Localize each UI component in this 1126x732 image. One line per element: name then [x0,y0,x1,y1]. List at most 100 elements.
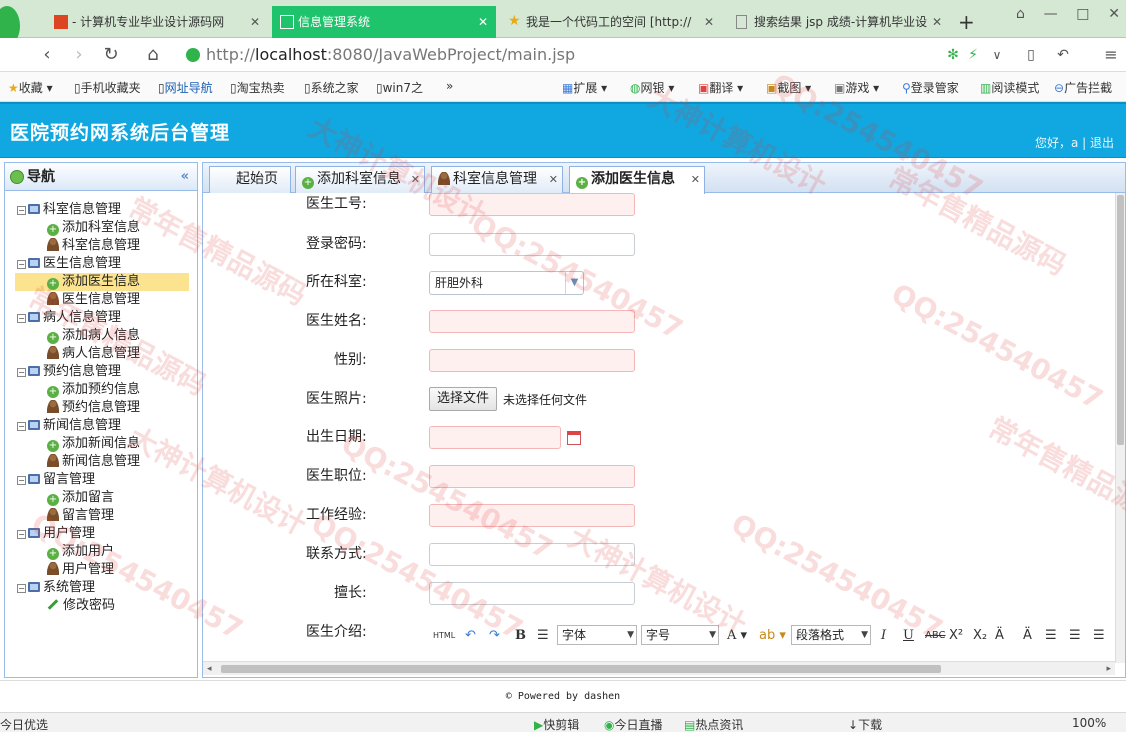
lightning-icon[interactable]: ⚡ [962,44,984,66]
superscript-icon[interactable]: X² [949,628,963,643]
sidebar-group[interactable]: − 病人信息管理 [17,309,121,327]
clear-format-icon[interactable]: Ä [995,628,1004,643]
close-tab-icon[interactable]: ✕ [691,167,700,192]
tool-adblock[interactable]: ⊖广告拦截 [1054,79,1112,96]
close-tab-icon[interactable]: ✕ [932,6,942,38]
font-size-select[interactable]: 字号 ▼ [641,625,719,645]
sidebar-item[interactable]: + 添加病人信息 [15,327,189,345]
tool-bank[interactable]: ◍网银 ▾ [630,79,674,96]
sidebar-item[interactable]: 用户管理 [15,561,189,579]
home-button[interactable]: ⌂ [142,44,164,66]
collapse-toggle-icon[interactable]: − [17,260,26,269]
paragraph-select[interactable]: 段落格式 ▼ [791,625,871,645]
sidebar-group[interactable]: − 留言管理 [17,471,95,489]
department-select[interactable]: 肝胆外科 ▼ [429,271,584,295]
sidebar-group[interactable]: − 用户管理 [17,525,95,543]
doctor-name-input[interactable] [429,310,635,333]
browser-tab-2[interactable]: 信息管理系统 ✕ [272,6,496,38]
sidebar-item[interactable]: 医生信息管理 [15,291,189,309]
status-item[interactable]: ▤热点资讯 [684,716,743,732]
url-input[interactable]: http://localhost:8080/JavaWebProject/mai… [180,43,1000,67]
password-input[interactable] [429,233,635,256]
tool-login[interactable]: ⚲登录管家 [902,79,959,96]
doctor-id-input[interactable] [429,193,635,216]
minimize-icon[interactable]: — [1044,6,1058,26]
shirt-icon[interactable]: ⌂ [1016,6,1025,26]
bold-icon[interactable]: B [515,628,526,643]
italic-icon[interactable]: I [881,628,886,643]
undo-icon[interactable]: ↶ [465,628,476,643]
sidebar-item[interactable]: 新闻信息管理 [15,453,189,471]
logout-link[interactable]: 退出 [1090,136,1114,150]
experience-input[interactable] [429,504,635,527]
status-item[interactable]: ▶快剪辑 [534,716,579,732]
close-tab-icon[interactable]: ✕ [704,6,714,38]
font-family-select[interactable]: 字体 ▼ [557,625,637,645]
bookmark-item[interactable]: ▯win7之 [376,79,423,96]
align-icon[interactable]: ☰ [537,628,549,643]
contact-input[interactable] [429,543,635,566]
collapse-toggle-icon[interactable]: − [17,584,26,593]
scroll-thumb[interactable] [1117,195,1124,445]
collapse-toggle-icon[interactable]: − [17,314,26,323]
maximize-icon[interactable]: □ [1076,6,1089,26]
forward-button[interactable]: › [68,44,90,66]
specialty-input[interactable] [429,582,635,605]
zoom-level[interactable]: 100% [1072,716,1106,730]
browser-tab-3[interactable]: ★ 我是一个代码工的空间 [http:// ✕ [500,6,722,38]
sidebar-item[interactable]: + 添加留言 [15,489,189,507]
menu-icon[interactable]: ≡ [1100,44,1122,66]
back-button[interactable]: ‹ [36,44,58,66]
sidebar-item[interactable]: 修改密码 [15,597,189,615]
sidebar-item[interactable]: 预约信息管理 [15,399,189,417]
collapse-toggle-icon[interactable]: − [17,206,26,215]
bookmark-more[interactable]: » [446,79,453,93]
scroll-thumb[interactable] [221,665,941,673]
undo-icon[interactable]: ↶ [1052,44,1074,66]
tool-game[interactable]: ▣游戏 ▾ [834,79,879,96]
sidebar-item[interactable]: 科室信息管理 [15,237,189,255]
close-tab-icon[interactable]: ✕ [549,167,558,192]
scroll-left-icon[interactable]: ◂ [207,662,212,676]
redo-icon[interactable]: ↷ [489,628,500,643]
sidebar-item[interactable]: + 添加科室信息 [15,219,189,237]
tab-add-department[interactable]: + 添加科室信息 ✕ [295,166,425,193]
sidebar-item[interactable]: + 添加用户 [15,543,189,561]
sidebar-group[interactable]: − 预约信息管理 [17,363,121,381]
browser-tab-4[interactable]: 搜索结果 jsp 成绩-计算机毕业设 ✕ [728,6,950,38]
bookmark-item[interactable]: ▯网址导航 [158,79,213,96]
tab-home[interactable]: 起始页 [209,166,291,193]
collapse-toggle-icon[interactable]: − [17,422,26,431]
close-window-icon[interactable]: ✕ [1108,6,1120,26]
position-input[interactable] [429,465,635,488]
sidebar-group[interactable]: − 医生信息管理 [17,255,121,273]
format-painter-icon[interactable]: Ä [1023,628,1032,643]
font-color-icon[interactable]: A ▾ [727,628,747,643]
collapse-toggle-icon[interactable]: − [17,476,26,485]
new-tab-button[interactable]: + [958,10,975,34]
horizontal-scrollbar[interactable]: ◂ ▸ [203,661,1115,675]
gender-input[interactable] [429,349,635,372]
collapse-icon[interactable]: « [181,163,189,191]
sidebar-item[interactable]: 留言管理 [15,507,189,525]
strikethrough-icon[interactable]: ABC [925,630,946,641]
status-left[interactable]: 今日优选 [0,716,48,732]
subscript-icon[interactable]: X₂ [973,628,987,643]
justify-icon[interactable]: ☰ [1093,628,1105,643]
choose-file-button[interactable]: 选择文件 [429,387,497,411]
sidebar-item[interactable]: + 添加医生信息 [15,273,189,291]
tab-add-doctor[interactable]: + 添加医生信息 ✕ [569,166,705,194]
sidebar-item[interactable]: + 添加新闻信息 [15,435,189,453]
status-item[interactable]: ◉今日直播 [604,716,663,732]
close-tab-icon[interactable]: ✕ [411,167,420,192]
collapse-toggle-icon[interactable]: − [17,530,26,539]
reload-button[interactable]: ↻ [100,44,122,66]
align-right-icon[interactable]: ☰ [1069,628,1081,643]
bookmark-item[interactable]: ▯淘宝热卖 [230,79,285,96]
close-tab-icon[interactable]: ✕ [250,6,260,38]
align-left-icon[interactable]: ☰ [1045,628,1057,643]
status-item[interactable]: ↓下载 [848,716,882,732]
chevron-down-icon[interactable]: ∨ [986,44,1008,66]
refresh-icon[interactable]: ✻ [942,44,964,66]
tool-reader[interactable]: ▥阅读模式 [980,79,1039,96]
